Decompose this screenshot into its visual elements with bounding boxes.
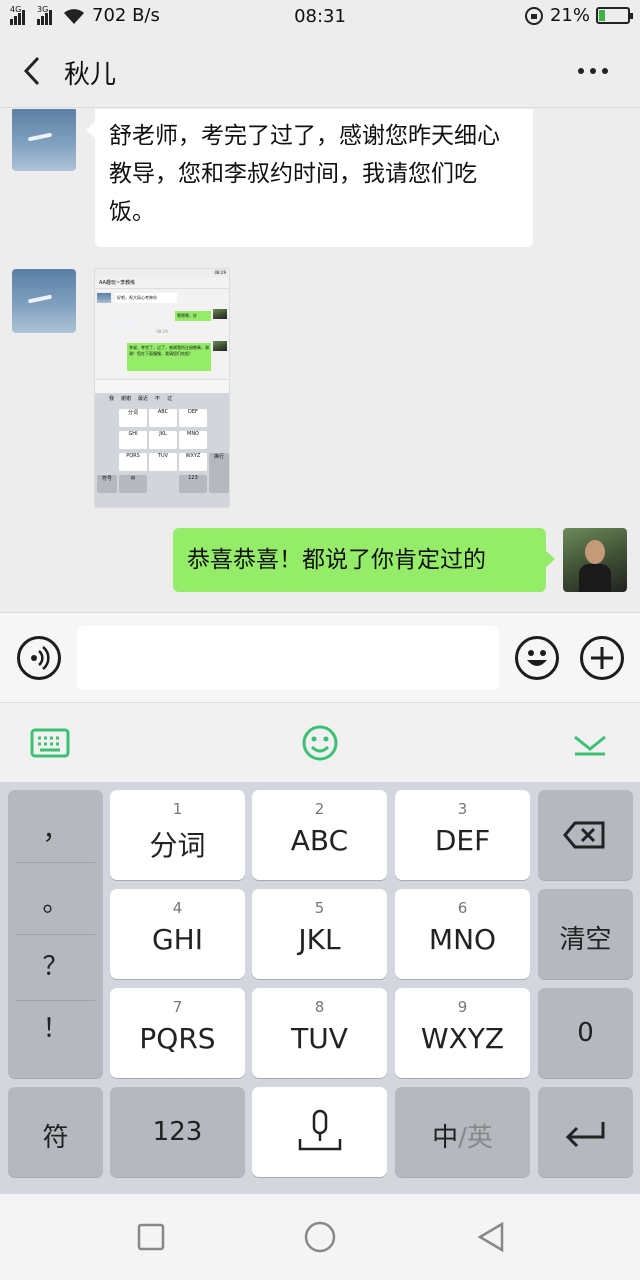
key-1[interactable]: 1 分词 — [110, 790, 245, 880]
backspace-key[interactable] — [538, 790, 633, 880]
status-bar: 4G 3G 702 B/s 08:31 21% — [0, 0, 640, 34]
keyboard-icon[interactable] — [30, 728, 70, 758]
key-5[interactable]: 5 JKL — [252, 889, 387, 979]
key-4[interactable]: 4 GHI — [110, 889, 245, 979]
input-bar — [0, 612, 640, 702]
chat-title: 秋儿 — [64, 60, 117, 90]
enter-key[interactable] — [538, 1087, 633, 1177]
voice-input-icon[interactable] — [17, 636, 61, 680]
chat-area[interactable]: 舒老师，考完了过了，感谢您昨天细心教导，您和李叔约时间，我请您们吃饭。 08:2… — [0, 109, 640, 612]
key-3[interactable]: 3 DEF — [395, 790, 530, 880]
battery-icon — [596, 7, 633, 24]
back-arrow-icon[interactable] — [18, 54, 48, 88]
key-8[interactable]: 8 TUV — [252, 988, 387, 1078]
enter-icon — [565, 1122, 605, 1148]
key-9[interactable]: 9 WXYZ — [395, 988, 530, 1078]
clear-key[interactable]: 清空 — [538, 889, 633, 979]
avatar[interactable] — [12, 109, 76, 171]
punct-exclaim-key[interactable]: ！ — [8, 1008, 103, 1045]
battery-percent: 21% — [549, 5, 590, 26]
collapse-keyboard-icon[interactable] — [572, 729, 608, 757]
punctuation-column[interactable]: ， 。 ？ ！ — [8, 790, 103, 1078]
recent-apps-icon[interactable] — [137, 1223, 165, 1251]
key-2[interactable]: 2 ABC — [252, 790, 387, 880]
zero-key[interactable]: 0 — [538, 988, 633, 1078]
ime-keyboard: ， 。 ？ ！ 1 分词 2 ABC 3 DEF 4 GHI 5 JKL 6 MNO 清空 … — [0, 782, 640, 1194]
symbol-key[interactable]: 符 — [8, 1087, 103, 1177]
chat-header: 秋儿 — [0, 34, 640, 108]
back-nav-icon[interactable] — [476, 1221, 506, 1253]
message-bubble-sent[interactable]: 恭喜恭喜！都说了你肯定过的 — [173, 528, 555, 592]
system-nav-bar — [0, 1194, 640, 1280]
message-bubble[interactable]: 舒老师，考完了过了，感谢您昨天细心教导，您和李叔约时间，我请您们吃饭。 — [86, 109, 533, 247]
avatar[interactable] — [12, 269, 76, 333]
emoji-icon[interactable] — [515, 636, 559, 680]
key-6[interactable]: 6 MNO — [395, 889, 530, 979]
punct-comma-key[interactable]: ， — [8, 810, 103, 847]
ime-toolbar — [0, 702, 640, 782]
more-options-icon[interactable] — [578, 58, 612, 84]
home-icon[interactable] — [303, 1220, 337, 1254]
microphone-icon — [298, 1109, 342, 1151]
backspace-icon — [563, 821, 605, 849]
add-icon[interactable] — [580, 636, 624, 680]
image-message[interactable]: 08:29 AA趣玩~李教练 好吧，祝大局心考神😄 嗯嗯嗯，好 08:29 李叔… — [94, 268, 230, 508]
rotation-lock-icon — [524, 6, 543, 25]
punct-period-key[interactable]: 。 — [8, 882, 103, 919]
message-input[interactable] — [77, 626, 499, 690]
punct-question-key[interactable]: ？ — [8, 946, 103, 983]
my-avatar[interactable] — [563, 528, 627, 592]
emoji-panel-icon[interactable] — [300, 723, 340, 763]
space-voice-key[interactable] — [252, 1087, 387, 1177]
language-switch-key[interactable]: 中/英 — [395, 1087, 530, 1177]
key-7[interactable]: 7 PQRS — [110, 988, 245, 1078]
number-mode-key[interactable]: 123 — [110, 1087, 245, 1177]
